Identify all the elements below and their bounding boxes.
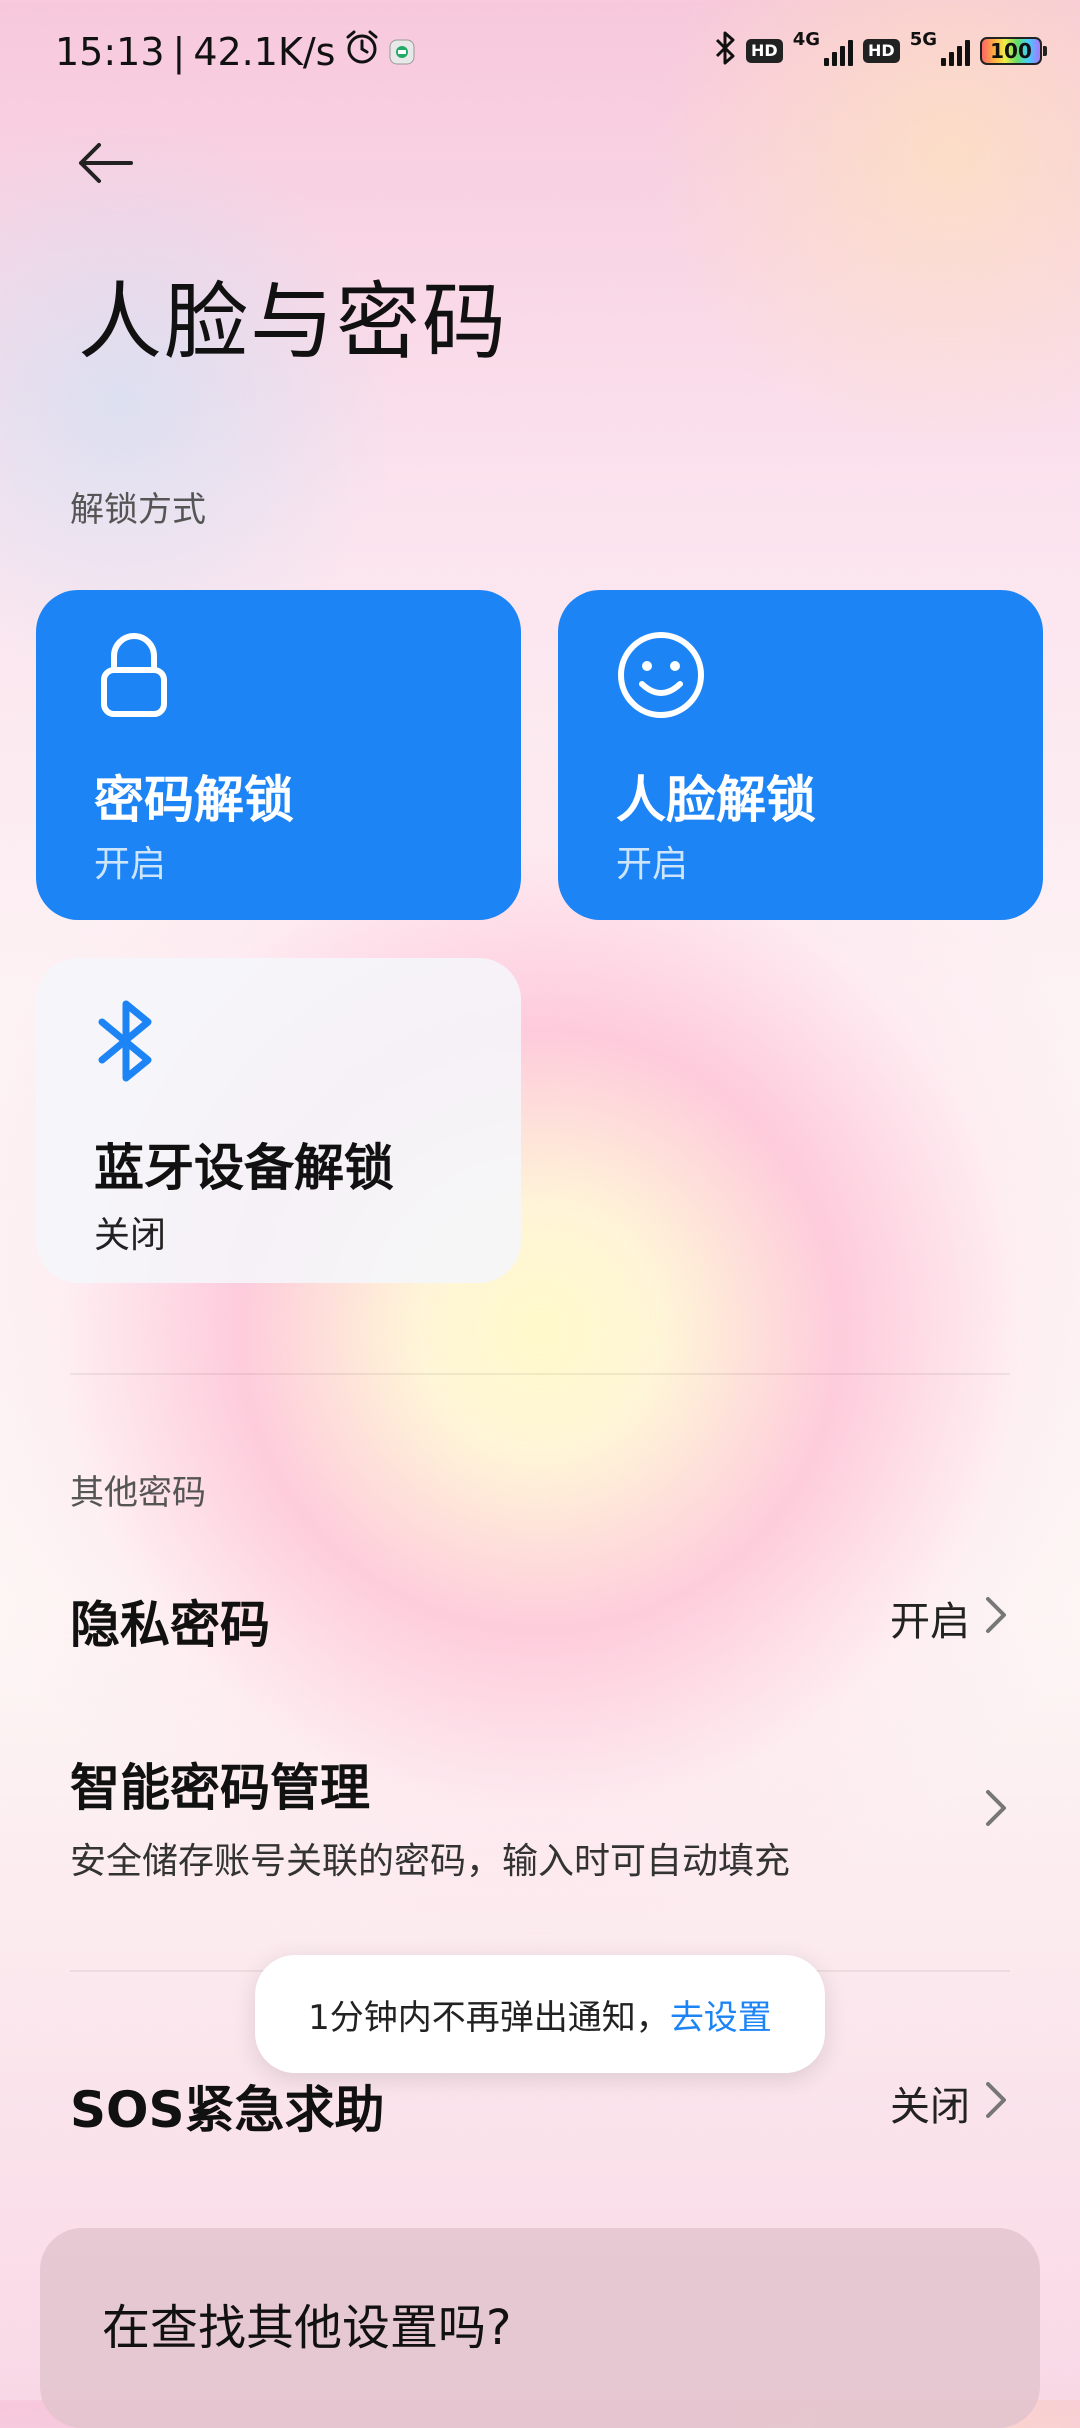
find-other-settings-card[interactable]: 在查找其他设置吗?	[40, 2228, 1040, 2428]
card-title: 蓝牙设备解锁	[94, 1139, 394, 1197]
row-title: SOS紧急求助	[70, 2081, 385, 2139]
app-notification-icon	[389, 30, 415, 74]
card-title: 密码解锁	[94, 771, 294, 829]
back-arrow-icon	[75, 141, 135, 189]
signal-icon	[824, 36, 854, 66]
divider	[70, 1373, 1010, 1375]
toast-text: 1分钟内不再弹出通知，	[308, 1997, 670, 2038]
password-unlock-card[interactable]: 密码解锁 开启	[36, 590, 521, 920]
battery-icon: 100	[980, 37, 1047, 65]
status-separator: |	[172, 29, 186, 74]
notification-toast: 1分钟内不再弹出通知， 去设置	[255, 1955, 825, 2073]
card-state: 关闭	[94, 1215, 167, 1256]
chevron-right-icon	[982, 2078, 1010, 2122]
status-net-speed: 42.1K/s	[193, 29, 336, 74]
chevron-right-icon	[982, 1593, 1010, 1637]
toast-settings-link[interactable]: 去设置	[670, 1990, 772, 2039]
card-title: 人脸解锁	[616, 771, 816, 829]
section-label-other: 其他密码	[70, 1473, 206, 1513]
page-title: 人脸与密码	[78, 273, 509, 371]
back-button[interactable]	[70, 130, 140, 200]
status-bar: 15:13 | 42.1K/s HD 4G HD 5G 100	[0, 0, 1080, 100]
card-state: 开启	[94, 844, 167, 885]
signal-icon	[941, 36, 970, 66]
status-right: HD 4G HD 5G 100	[714, 28, 1047, 72]
row-value: 开启	[890, 1599, 970, 1645]
section-label-unlock: 解锁方式	[70, 490, 206, 530]
bluetooth-icon	[714, 30, 736, 72]
status-left: 15:13 | 42.1K/s	[55, 28, 415, 75]
status-time: 15:13	[55, 29, 165, 74]
chevron-right-icon	[982, 1786, 1010, 1830]
row-title: 智能密码管理	[70, 1759, 370, 1817]
row-title: 隐私密码	[70, 1596, 270, 1654]
smart-password-row[interactable]: 智能密码管理 安全储存账号关联的密码，输入时可自动填充	[70, 1748, 1010, 1882]
network-label: 4G	[792, 28, 821, 50]
bluetooth-icon	[94, 998, 164, 1088]
row-subtitle: 安全储存账号关联的密码，输入时可自动填充	[70, 1841, 791, 1882]
sos-row[interactable]: SOS紧急求助 关闭	[70, 2070, 1010, 2150]
alarm-icon	[343, 28, 381, 75]
network-label: 5G	[909, 28, 937, 50]
card-state: 开启	[616, 844, 689, 885]
battery-level: 100	[990, 39, 1032, 63]
bluetooth-unlock-card[interactable]: 蓝牙设备解锁 关闭	[36, 958, 521, 1283]
find-other-settings-text: 在查找其他设置吗?	[102, 2300, 512, 2356]
hd-badge: HD	[863, 39, 900, 63]
privacy-password-row[interactable]: 隐私密码 开启	[70, 1585, 1010, 1665]
face-unlock-card[interactable]: 人脸解锁 开启	[558, 590, 1043, 920]
lock-icon	[94, 630, 174, 724]
row-value: 关闭	[890, 2084, 970, 2130]
hd-badge: HD	[746, 39, 783, 63]
face-icon	[616, 630, 706, 724]
